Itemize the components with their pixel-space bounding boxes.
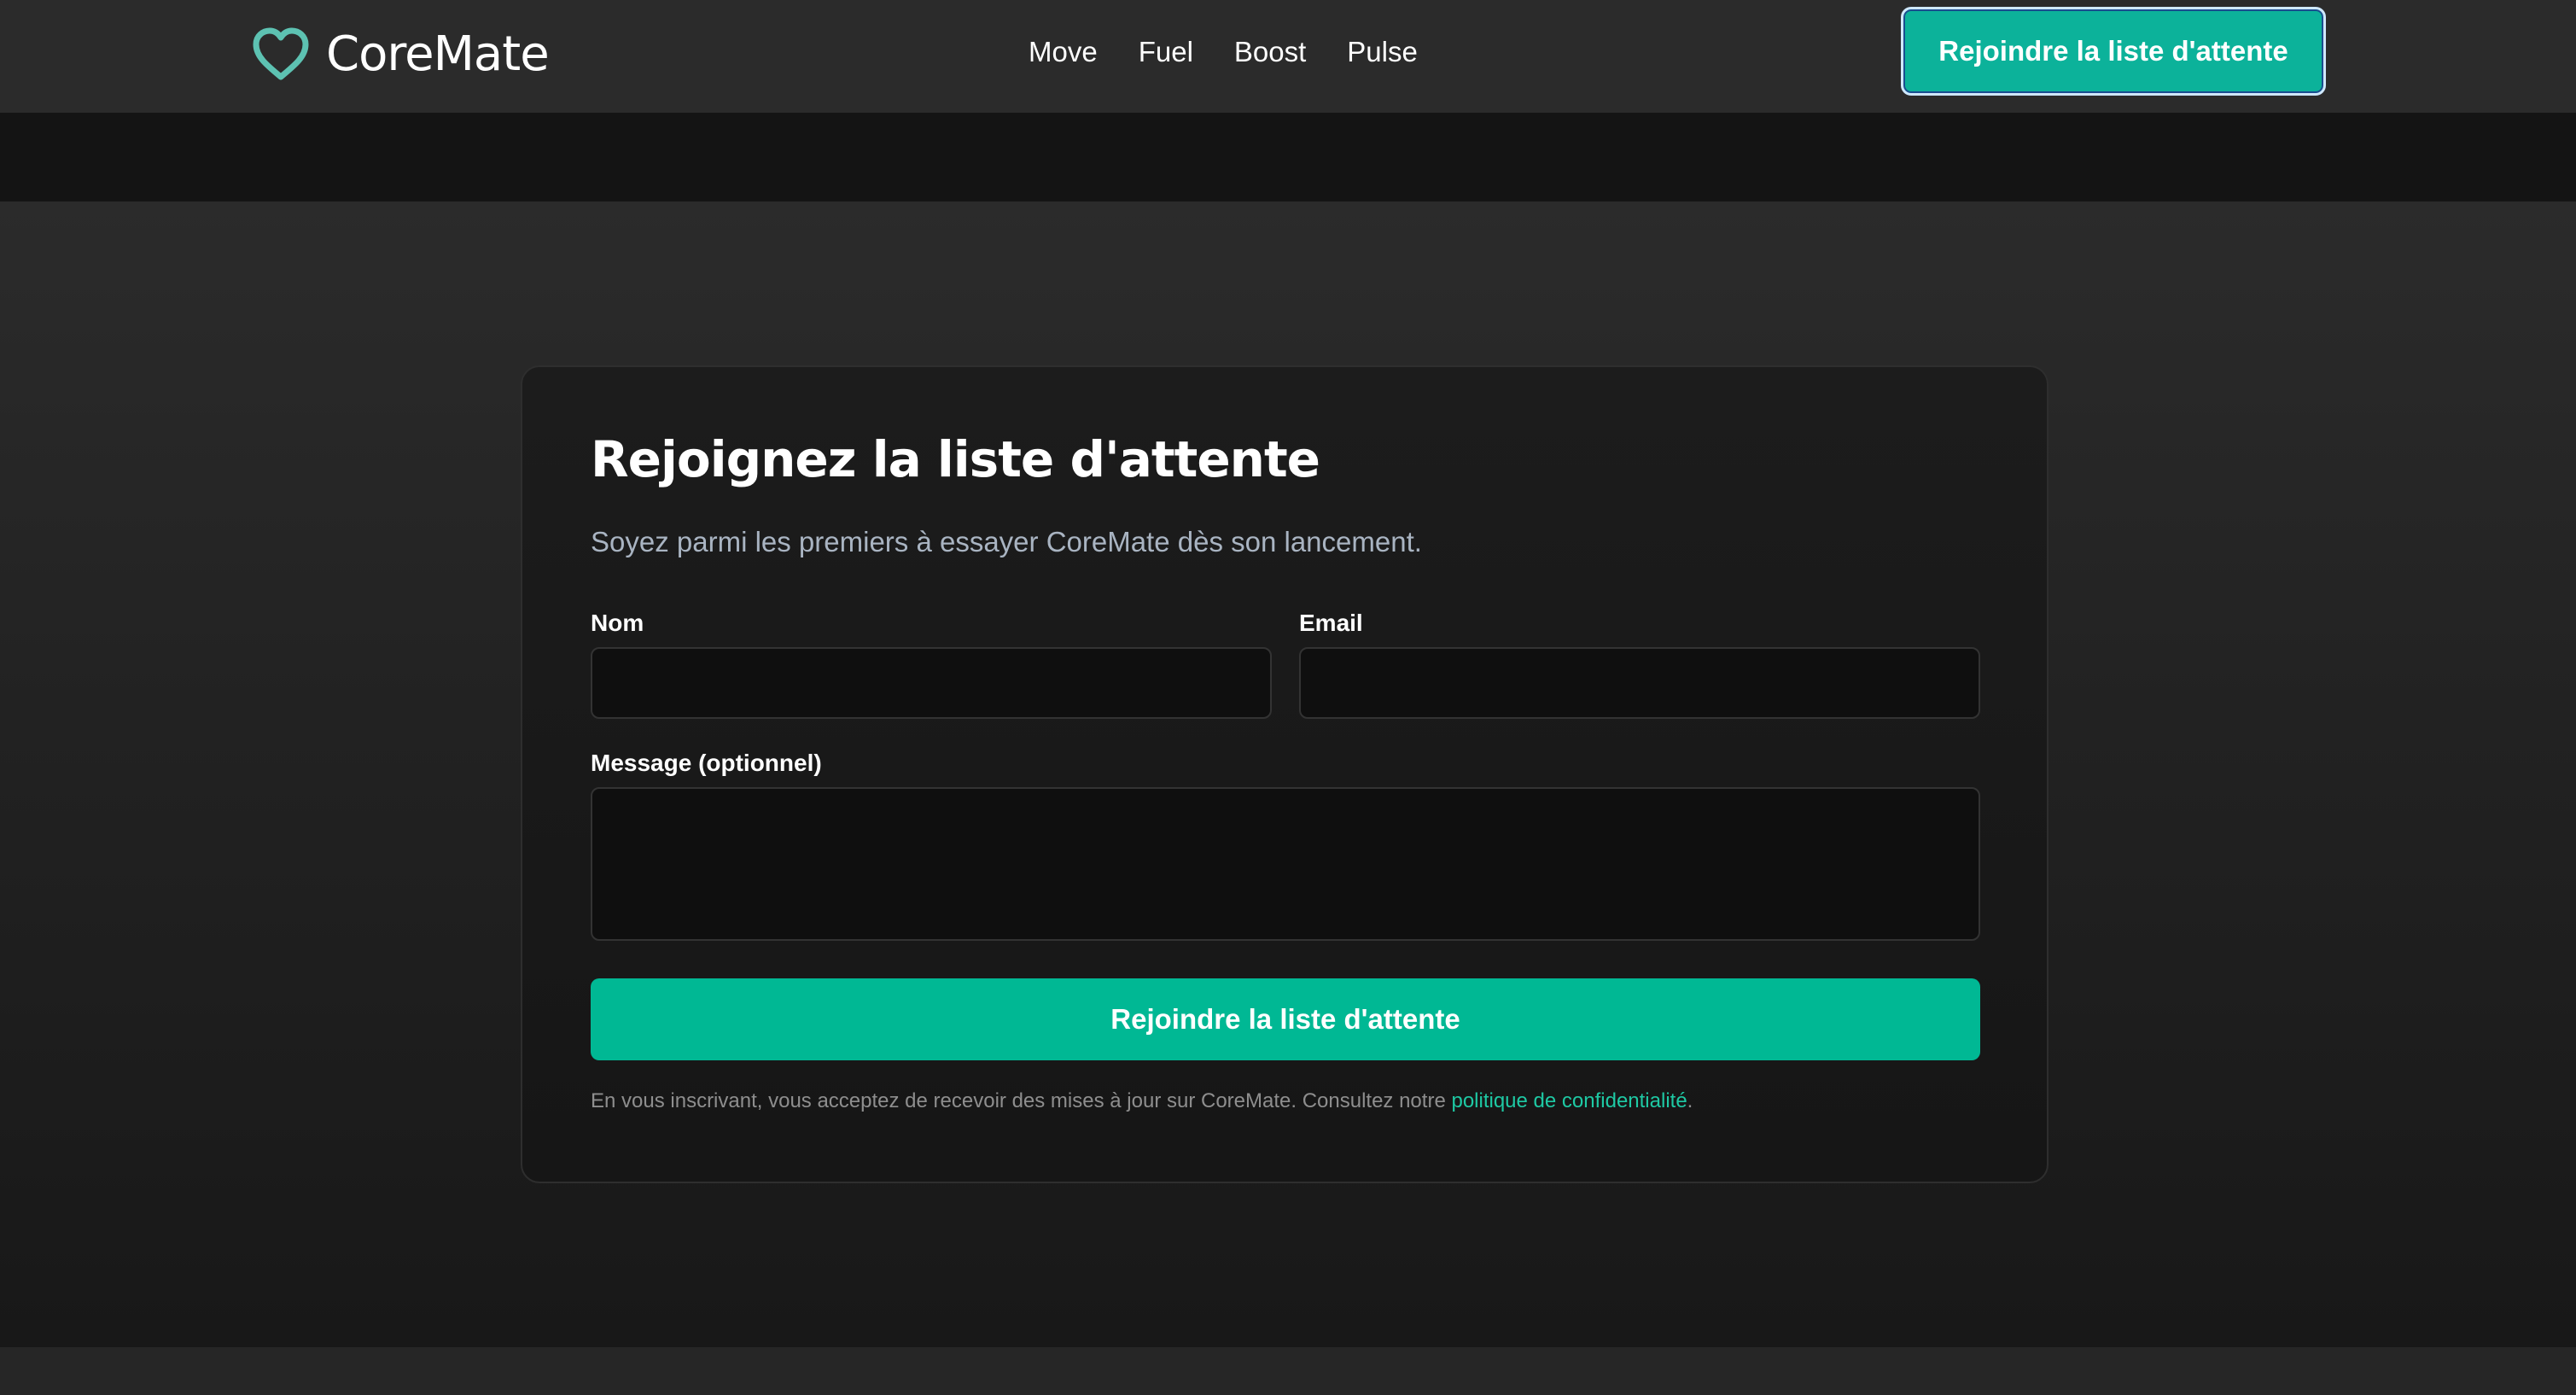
message-textarea[interactable] (591, 787, 1980, 941)
logo-text: CoreMate (326, 26, 550, 82)
main-nav: Move Fuel Boost Pulse (1029, 31, 1418, 73)
submit-waitlist-button[interactable]: Rejoindre la liste d'attente (591, 978, 1980, 1060)
header-waitlist-button[interactable]: Rejoindre la liste d'attente (1901, 7, 2326, 96)
nav-item-fuel[interactable]: Fuel (1139, 36, 1193, 68)
nav-item-boost[interactable]: Boost (1234, 36, 1306, 68)
heart-outline-icon (253, 27, 309, 80)
email-input[interactable] (1299, 647, 1980, 719)
logo[interactable]: CoreMate (249, 24, 550, 84)
nav-item-pulse[interactable]: Pulse (1347, 36, 1418, 68)
header-strip (0, 113, 2576, 201)
waitlist-card: Rejoignez la liste d'attente Soyez parmi… (521, 365, 2049, 1183)
nav-item-move[interactable]: Move (1029, 36, 1098, 68)
privacy-policy-link[interactable]: politique de confidentialité (1451, 1089, 1687, 1112)
footer-strip (0, 1347, 2576, 1395)
form-title: Rejoignez la liste d'attente (591, 430, 1320, 488)
name-label: Nom (591, 610, 644, 636)
site-header: CoreMate Move Fuel Boost Pulse Rejoindre… (0, 0, 2576, 113)
disclaimer-text: En vous inscrivant, vous acceptez de rec… (591, 1089, 1452, 1112)
name-input[interactable] (591, 647, 1272, 719)
disclaimer: En vous inscrivant, vous acceptez de rec… (591, 1089, 1693, 1113)
email-label: Email (1299, 610, 1363, 636)
message-label: Message (optionnel) (591, 750, 822, 776)
disclaimer-end: . (1687, 1089, 1693, 1112)
form-subtitle: Soyez parmi les premiers à essayer CoreM… (591, 526, 1422, 557)
